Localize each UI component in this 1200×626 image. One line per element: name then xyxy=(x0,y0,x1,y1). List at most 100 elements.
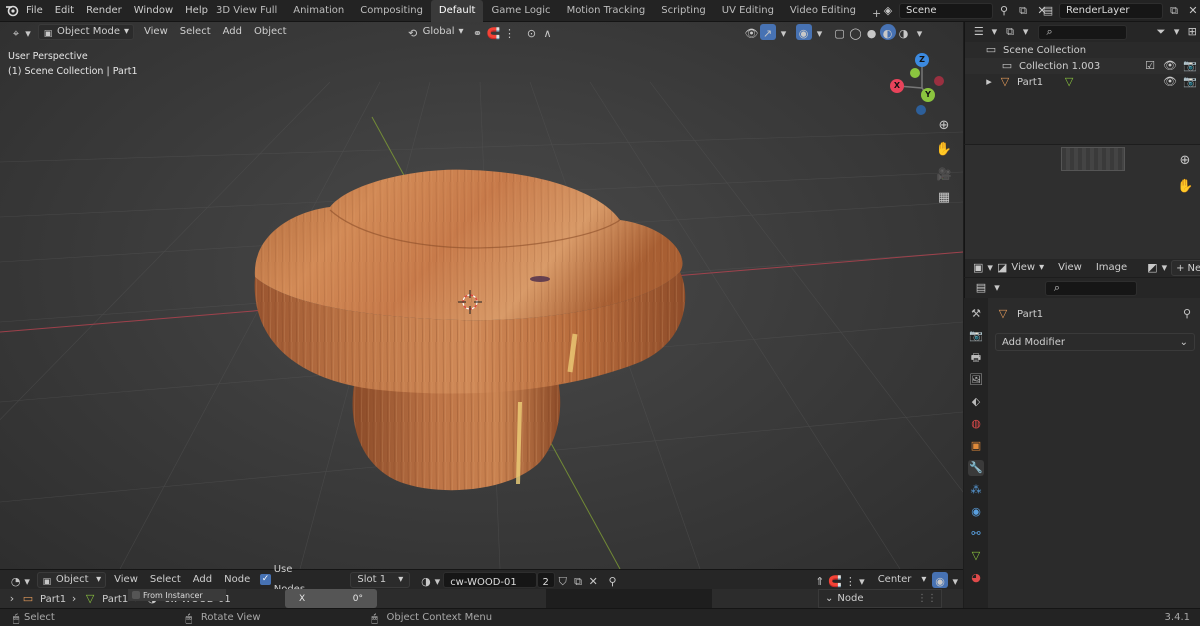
physics-tab-icon[interactable]: ◉ xyxy=(968,504,984,520)
gizmo-y-axis[interactable]: Y xyxy=(921,88,935,102)
copy-layer-icon[interactable]: ⧉ xyxy=(1166,3,1182,19)
constraints-tab-icon[interactable]: ⚯ xyxy=(968,526,984,542)
data-tab-icon[interactable]: ▽ xyxy=(968,548,984,564)
render-tab-icon[interactable]: 📷 xyxy=(968,328,984,344)
gizmo-z-negative[interactable] xyxy=(916,105,926,115)
tab-motion-tracking[interactable]: Motion Tracking xyxy=(559,0,654,22)
world-tab-icon[interactable]: ◍ xyxy=(968,416,984,432)
menu-render[interactable]: Render xyxy=(80,0,128,22)
properties-editor-icon[interactable]: ▤ xyxy=(973,280,989,296)
image-editor-chevron-down-icon[interactable]: ▾ xyxy=(987,260,993,276)
fake-user-shield-icon[interactable]: ⛉ xyxy=(555,572,570,588)
image-zoom-icon[interactable]: ⊕ xyxy=(1177,153,1193,169)
gizmo-toggle-icon[interactable]: ↗ xyxy=(759,24,776,40)
node-menu-add[interactable]: Add xyxy=(193,570,212,590)
view-layer-tab-icon[interactable]: 🖼 xyxy=(968,372,984,388)
node-snap-chevron-down-icon[interactable]: ▾ xyxy=(858,572,866,588)
object-render-camera-icon[interactable]: 📷 xyxy=(1182,74,1198,90)
unlink-material-icon[interactable]: ✕ xyxy=(586,572,601,588)
copy-scene-icon[interactable]: ⧉ xyxy=(1015,3,1031,19)
expand-chevron-right-icon[interactable]: ▸ xyxy=(985,74,993,90)
gizmo-x-negative[interactable] xyxy=(934,76,944,86)
wireframe-shading-icon[interactable]: ◯ xyxy=(848,24,864,40)
node-sidebar-tab[interactable]: ⌄ Node ⋮⋮ xyxy=(818,589,942,608)
image-view-mode-dropdown[interactable]: View xyxy=(1011,259,1035,277)
snap-target-icon[interactable]: ⋮ xyxy=(502,24,518,40)
blender-logo-icon[interactable] xyxy=(4,3,20,19)
drag-handle-icon[interactable]: ⋮⋮ xyxy=(917,593,937,604)
rendered-shading-icon[interactable]: ◑ xyxy=(896,24,912,40)
particles-tab-icon[interactable]: ⁂ xyxy=(968,482,984,498)
node-overlay-dropdown-icon[interactable]: ▾ xyxy=(948,572,963,588)
node-snap-target-icon[interactable]: ⋮ xyxy=(843,572,858,588)
object-tab-icon[interactable]: ▣ xyxy=(968,438,984,454)
outliner-row-part1[interactable]: ▸ ▽ Part1 ▽ 👁 📷 xyxy=(965,74,1200,90)
add-modifier-dropdown[interactable]: Add Modifier ⌄ xyxy=(995,333,1195,351)
rotation-x-field[interactable]: X 0° xyxy=(285,589,377,608)
shader-type-dropdown[interactable]: ▣ Object ▾ xyxy=(36,571,107,588)
pivot-point-icon[interactable]: ⚭ xyxy=(470,24,486,40)
copy-material-icon[interactable]: ⧉ xyxy=(570,572,585,588)
breadcrumb-mesh[interactable]: Part1 xyxy=(102,594,128,605)
pivot-center-dropdown[interactable]: Center xyxy=(878,570,912,590)
scene-field[interactable]: Scene xyxy=(899,3,993,19)
image-menu-view[interactable]: View xyxy=(1058,259,1082,277)
outliner-chevron-down-icon[interactable]: ▾ xyxy=(991,24,999,40)
image-editor-canvas[interactable]: ⊕ ✋ xyxy=(964,145,1200,259)
slot-dropdown[interactable]: Slot 1 ▾ xyxy=(350,571,411,588)
object-visibility-eye-icon[interactable]: 👁 xyxy=(1162,74,1178,90)
node-menu-node[interactable]: Node xyxy=(224,570,250,590)
pin-node-tree-icon[interactable]: ⚲ xyxy=(605,572,620,588)
wood-mushroom-object[interactable] xyxy=(254,169,686,491)
material-tab-icon[interactable]: ◕ xyxy=(968,570,984,586)
properties-chevron-down-icon[interactable]: ▾ xyxy=(993,280,1001,296)
gizmo-x-axis[interactable]: X xyxy=(890,79,904,93)
image-browse-icon[interactable]: ◩ xyxy=(1147,260,1157,276)
node-overlay-toggle-icon[interactable]: ◉ xyxy=(932,571,948,588)
view-layer-field[interactable]: RenderLayer xyxy=(1059,3,1163,19)
node-editor-type-icon[interactable]: ◔ xyxy=(8,572,23,588)
visibility-icon[interactable]: 👁 xyxy=(744,24,760,40)
new-collection-icon[interactable]: ⊞ xyxy=(1185,24,1200,40)
output-tab-icon[interactable]: 🖶 xyxy=(968,350,984,366)
tab-uv-editing[interactable]: UV Editing xyxy=(714,0,782,22)
tab-scripting[interactable]: Scripting xyxy=(653,0,713,22)
properties-search-input[interactable]: ⌕ xyxy=(1045,280,1137,296)
pan-hand-icon[interactable]: ✋ xyxy=(933,142,955,166)
pivot-center-chevron-down-icon[interactable]: ▾ xyxy=(921,570,926,590)
tab-compositing[interactable]: Compositing xyxy=(352,0,431,22)
gizmo-dropdown-icon[interactable]: ▾ xyxy=(776,24,792,40)
outliner-search-input[interactable]: ⌕ xyxy=(1037,24,1128,40)
snap-icon[interactable]: 🧲 xyxy=(486,24,502,40)
add-workspace-icon[interactable]: + xyxy=(864,3,881,20)
editor-type-chevron-down-icon[interactable]: ▾ xyxy=(24,24,32,40)
viewport-menu-object[interactable]: Object xyxy=(254,22,287,42)
falloff-icon[interactable]: ∧ xyxy=(540,24,556,40)
display-mode-chevron-down-icon[interactable]: ▾ xyxy=(1022,24,1030,40)
gizmo-y-negative[interactable] xyxy=(910,68,920,78)
new-image-button[interactable]: + Ne xyxy=(1171,260,1200,276)
scene-tab-icon[interactable]: ⬖ xyxy=(968,394,984,410)
material-name-field[interactable]: cw-WOOD-01 xyxy=(443,571,538,588)
navigation-gizmo[interactable]: Z Y X xyxy=(886,50,956,120)
proportional-edit-icon[interactable]: ⊙ xyxy=(524,24,540,40)
node-editor-canvas[interactable]: › ▭ Part1 › ▽ Part1 › ◑ cw-WOOD-01 From … xyxy=(0,589,963,608)
tab-video-editing[interactable]: Video Editing xyxy=(782,0,864,22)
overlay-dropdown-icon[interactable]: ▾ xyxy=(812,24,828,40)
filter-chevron-down-icon[interactable]: ▾ xyxy=(1173,24,1181,40)
close-layer-icon[interactable]: ✕ xyxy=(1185,3,1200,19)
breadcrumb-object[interactable]: Part1 xyxy=(40,594,66,605)
material-users-count[interactable]: 2 xyxy=(537,571,556,588)
parent-node-tree-icon[interactable]: ⇑ xyxy=(812,572,827,588)
node-editor-chevron-down-icon[interactable]: ▾ xyxy=(23,572,31,588)
menu-edit[interactable]: Edit xyxy=(49,0,80,22)
object-mode-dropdown[interactable]: ▣ Object Mode ▾ xyxy=(38,24,135,40)
3d-viewport[interactable]: Z Y X ⊕ ✋ 🎥 ▦ xyxy=(0,22,963,569)
tool-tab-icon[interactable]: ⚒ xyxy=(968,306,984,322)
pin-properties-icon[interactable]: ⚲ xyxy=(1179,306,1195,322)
filter-icon[interactable]: ⏷ xyxy=(1153,24,1169,40)
material-browse-icon[interactable]: ◑ xyxy=(418,572,433,588)
outliner-row-collection[interactable]: ▭ Collection 1.003 ☑ 👁 📷 xyxy=(965,58,1200,74)
tab-animation[interactable]: Animation xyxy=(285,0,352,22)
transform-orientation-chevron-down-icon[interactable]: ▾ xyxy=(458,22,463,42)
